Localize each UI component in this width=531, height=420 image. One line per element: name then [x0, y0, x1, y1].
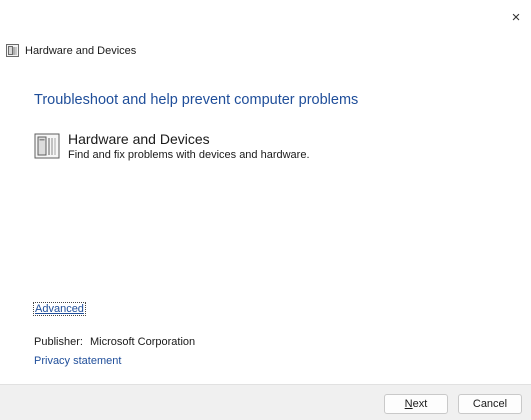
next-button[interactable]: Next: [384, 394, 448, 414]
troubleshooter-item-text: Hardware and Devices Find and fix proble…: [68, 131, 310, 161]
publisher-label: Publisher:: [34, 336, 83, 348]
troubleshooter-item-description: Find and fix problems with devices and h…: [68, 149, 310, 161]
footer-bar: Next Cancel: [0, 384, 531, 420]
window-title: Hardware and Devices: [25, 44, 137, 57]
cancel-button-label: Cancel: [472, 398, 508, 410]
privacy-statement-link[interactable]: Privacy statement: [34, 355, 121, 367]
hardware-device-icon: [34, 133, 60, 159]
advanced-link[interactable]: Advanced: [33, 302, 86, 316]
troubleshooter-icon: [6, 44, 19, 57]
publisher-info: Publisher: Microsoft Corporation: [34, 336, 195, 348]
troubleshooter-window: × Hardware and Devices Troubleshoot and …: [0, 0, 531, 420]
next-button-accel: N: [404, 398, 413, 410]
close-button[interactable]: ×: [505, 6, 527, 28]
window-titlebar: Hardware and Devices: [6, 44, 136, 57]
page-heading: Troubleshoot and help prevent computer p…: [34, 92, 359, 108]
next-button-label: ext: [412, 398, 428, 410]
publisher-value: Microsoft Corporation: [89, 336, 196, 348]
troubleshooter-item-title: Hardware and Devices: [68, 131, 210, 147]
cancel-button[interactable]: Cancel: [458, 394, 522, 414]
troubleshooter-item-hardware[interactable]: Hardware and Devices Find and fix proble…: [34, 131, 310, 161]
close-icon: ×: [511, 8, 521, 26]
